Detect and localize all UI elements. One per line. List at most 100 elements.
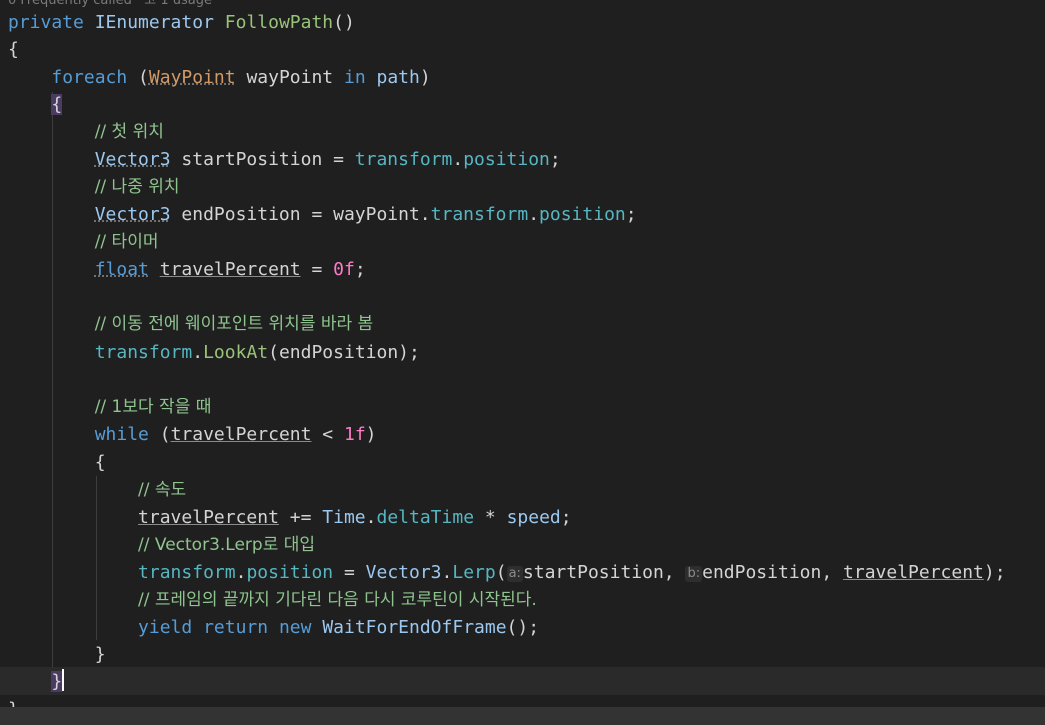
type-name: Vector3	[365, 562, 442, 583]
comment: // 프레임의 끝까지 기다린 다음 다시 코루틴이 시작된다.	[138, 590, 537, 610]
argument: startPosition,	[522, 562, 686, 583]
parameter-hint-b: b:	[685, 566, 703, 582]
code-editor[interactable]: 0 Frequently called · 코 1 usage private …	[0, 0, 1045, 725]
brace: {	[8, 39, 19, 60]
comment: // Vector3.Lerp로 대입	[138, 535, 316, 555]
punctuation: ()	[333, 12, 355, 33]
keyword: float	[94, 259, 149, 280]
arguments: (endPosition);	[268, 342, 420, 363]
comment: // 1보다 작을 때	[94, 397, 212, 417]
punctuation: (	[127, 67, 149, 88]
comment: // 타이머	[94, 232, 159, 252]
keyword: new	[278, 617, 312, 638]
argument: endPosition,	[702, 562, 844, 583]
operator: =	[300, 259, 334, 280]
code-line-21: transform.position = Vector3.Lerp(a: star…	[8, 559, 1045, 586]
property: transform	[430, 204, 529, 225]
punctuation: .	[192, 342, 204, 363]
keyword: return	[203, 617, 269, 638]
keyword: while	[94, 424, 149, 445]
code-line-25: }	[8, 668, 1045, 695]
method-name: FollowPath	[224, 12, 334, 33]
comment: // 속도	[138, 480, 187, 500]
punctuation: ;	[354, 259, 366, 280]
code-line-9: // 타이머	[8, 228, 1045, 255]
bottom-panel-edge	[0, 707, 1045, 725]
keyword: private	[8, 12, 84, 33]
brace: {	[94, 452, 106, 473]
method-name: LookAt	[203, 342, 269, 363]
punctuation: )	[365, 424, 377, 445]
punctuation: ();	[506, 617, 540, 638]
brace: }	[94, 644, 106, 665]
code-line-16: while (travelPercent < 1f)	[8, 421, 1045, 448]
type-name: Vector3	[94, 149, 171, 170]
code-line-24: }	[8, 641, 1045, 668]
code-line-15: // 1보다 작을 때	[8, 393, 1045, 420]
code-line-10: float travelPercent = 0f;	[8, 256, 1045, 283]
property: deltaTime	[376, 507, 475, 528]
variable: travelPercent	[170, 424, 312, 445]
punctuation: .	[365, 507, 377, 528]
number: 1f	[343, 424, 366, 445]
code-line-5: // 첫 위치	[8, 118, 1045, 145]
punctuation: (	[495, 562, 507, 583]
field: path	[365, 67, 420, 88]
variable: travelPercent	[138, 507, 279, 528]
punctuation: .	[528, 204, 540, 225]
comment: // 이동 전에 웨이포인트 위치를 바라 봄	[94, 314, 374, 334]
parameter-hint-a: a:	[506, 566, 523, 582]
field: speed	[506, 507, 561, 528]
punctuation: ;	[549, 149, 561, 170]
code-line-6: Vector3 startPosition = transform.positi…	[8, 146, 1045, 173]
property: position	[539, 204, 626, 225]
comment: // 나중 위치	[94, 177, 180, 197]
code-line-8: Vector3 endPosition = wayPoint.transform…	[8, 201, 1045, 228]
brace-match: }	[51, 671, 63, 692]
operator: =	[333, 562, 366, 583]
type-name: Vector3	[94, 204, 171, 225]
code-line-2: {	[8, 36, 1045, 63]
code-line-23: yield return new WaitForEndOfFrame();	[8, 614, 1045, 641]
property: transform	[138, 562, 236, 583]
type-name: WayPoint	[148, 67, 236, 88]
property: transform	[94, 342, 193, 363]
code-line-19: travelPercent += Time.deltaTime * speed;	[8, 504, 1045, 531]
type-name: IEnumerator	[94, 12, 214, 33]
type-name: Time	[322, 507, 366, 528]
property: transform	[354, 149, 453, 170]
property: position	[246, 562, 334, 583]
keyword: foreach	[51, 67, 128, 88]
method-name: Lerp	[452, 562, 496, 583]
punctuation: );	[983, 562, 1006, 583]
punctuation: (	[148, 424, 171, 445]
code-line-17: {	[8, 449, 1045, 476]
code-line-1: private IEnumerator FollowPath()	[8, 9, 1045, 36]
variable: travelPercent	[159, 259, 301, 280]
variable: travelPercent	[843, 562, 984, 583]
keyword: yield	[138, 617, 193, 638]
property: position	[463, 149, 550, 170]
comment: // 첫 위치	[94, 122, 164, 142]
text-cursor	[62, 669, 65, 691]
operator: +=	[278, 507, 323, 528]
number: 0f	[333, 259, 355, 280]
punctuation: ;	[625, 204, 637, 225]
code-line-20: // Vector3.Lerp로 대입	[8, 531, 1045, 558]
codelens-hint[interactable]: 0 Frequently called · 코 1 usage	[8, 0, 212, 8]
code-line-18: // 속도	[8, 476, 1045, 503]
code-line-22: // 프레임의 끝까지 기다린 다음 다시 코루틴이 시작된다.	[8, 586, 1045, 613]
punctuation: )	[419, 67, 431, 88]
code-line-12: // 이동 전에 웨이포인트 위치를 바라 봄	[8, 310, 1045, 337]
variable: startPosition =	[170, 149, 355, 170]
variable: wayPoint	[235, 67, 344, 88]
code-line-4: {	[8, 91, 1045, 118]
code-line-7: // 나중 위치	[8, 173, 1045, 200]
operator: <	[311, 424, 344, 445]
type-name: WaitForEndOfFrame	[322, 617, 507, 638]
keyword: in	[343, 67, 366, 88]
punctuation: .	[235, 562, 247, 583]
operator: *	[474, 507, 507, 528]
variable: endPosition = wayPoint.	[170, 204, 431, 225]
punctuation: .	[452, 149, 464, 170]
